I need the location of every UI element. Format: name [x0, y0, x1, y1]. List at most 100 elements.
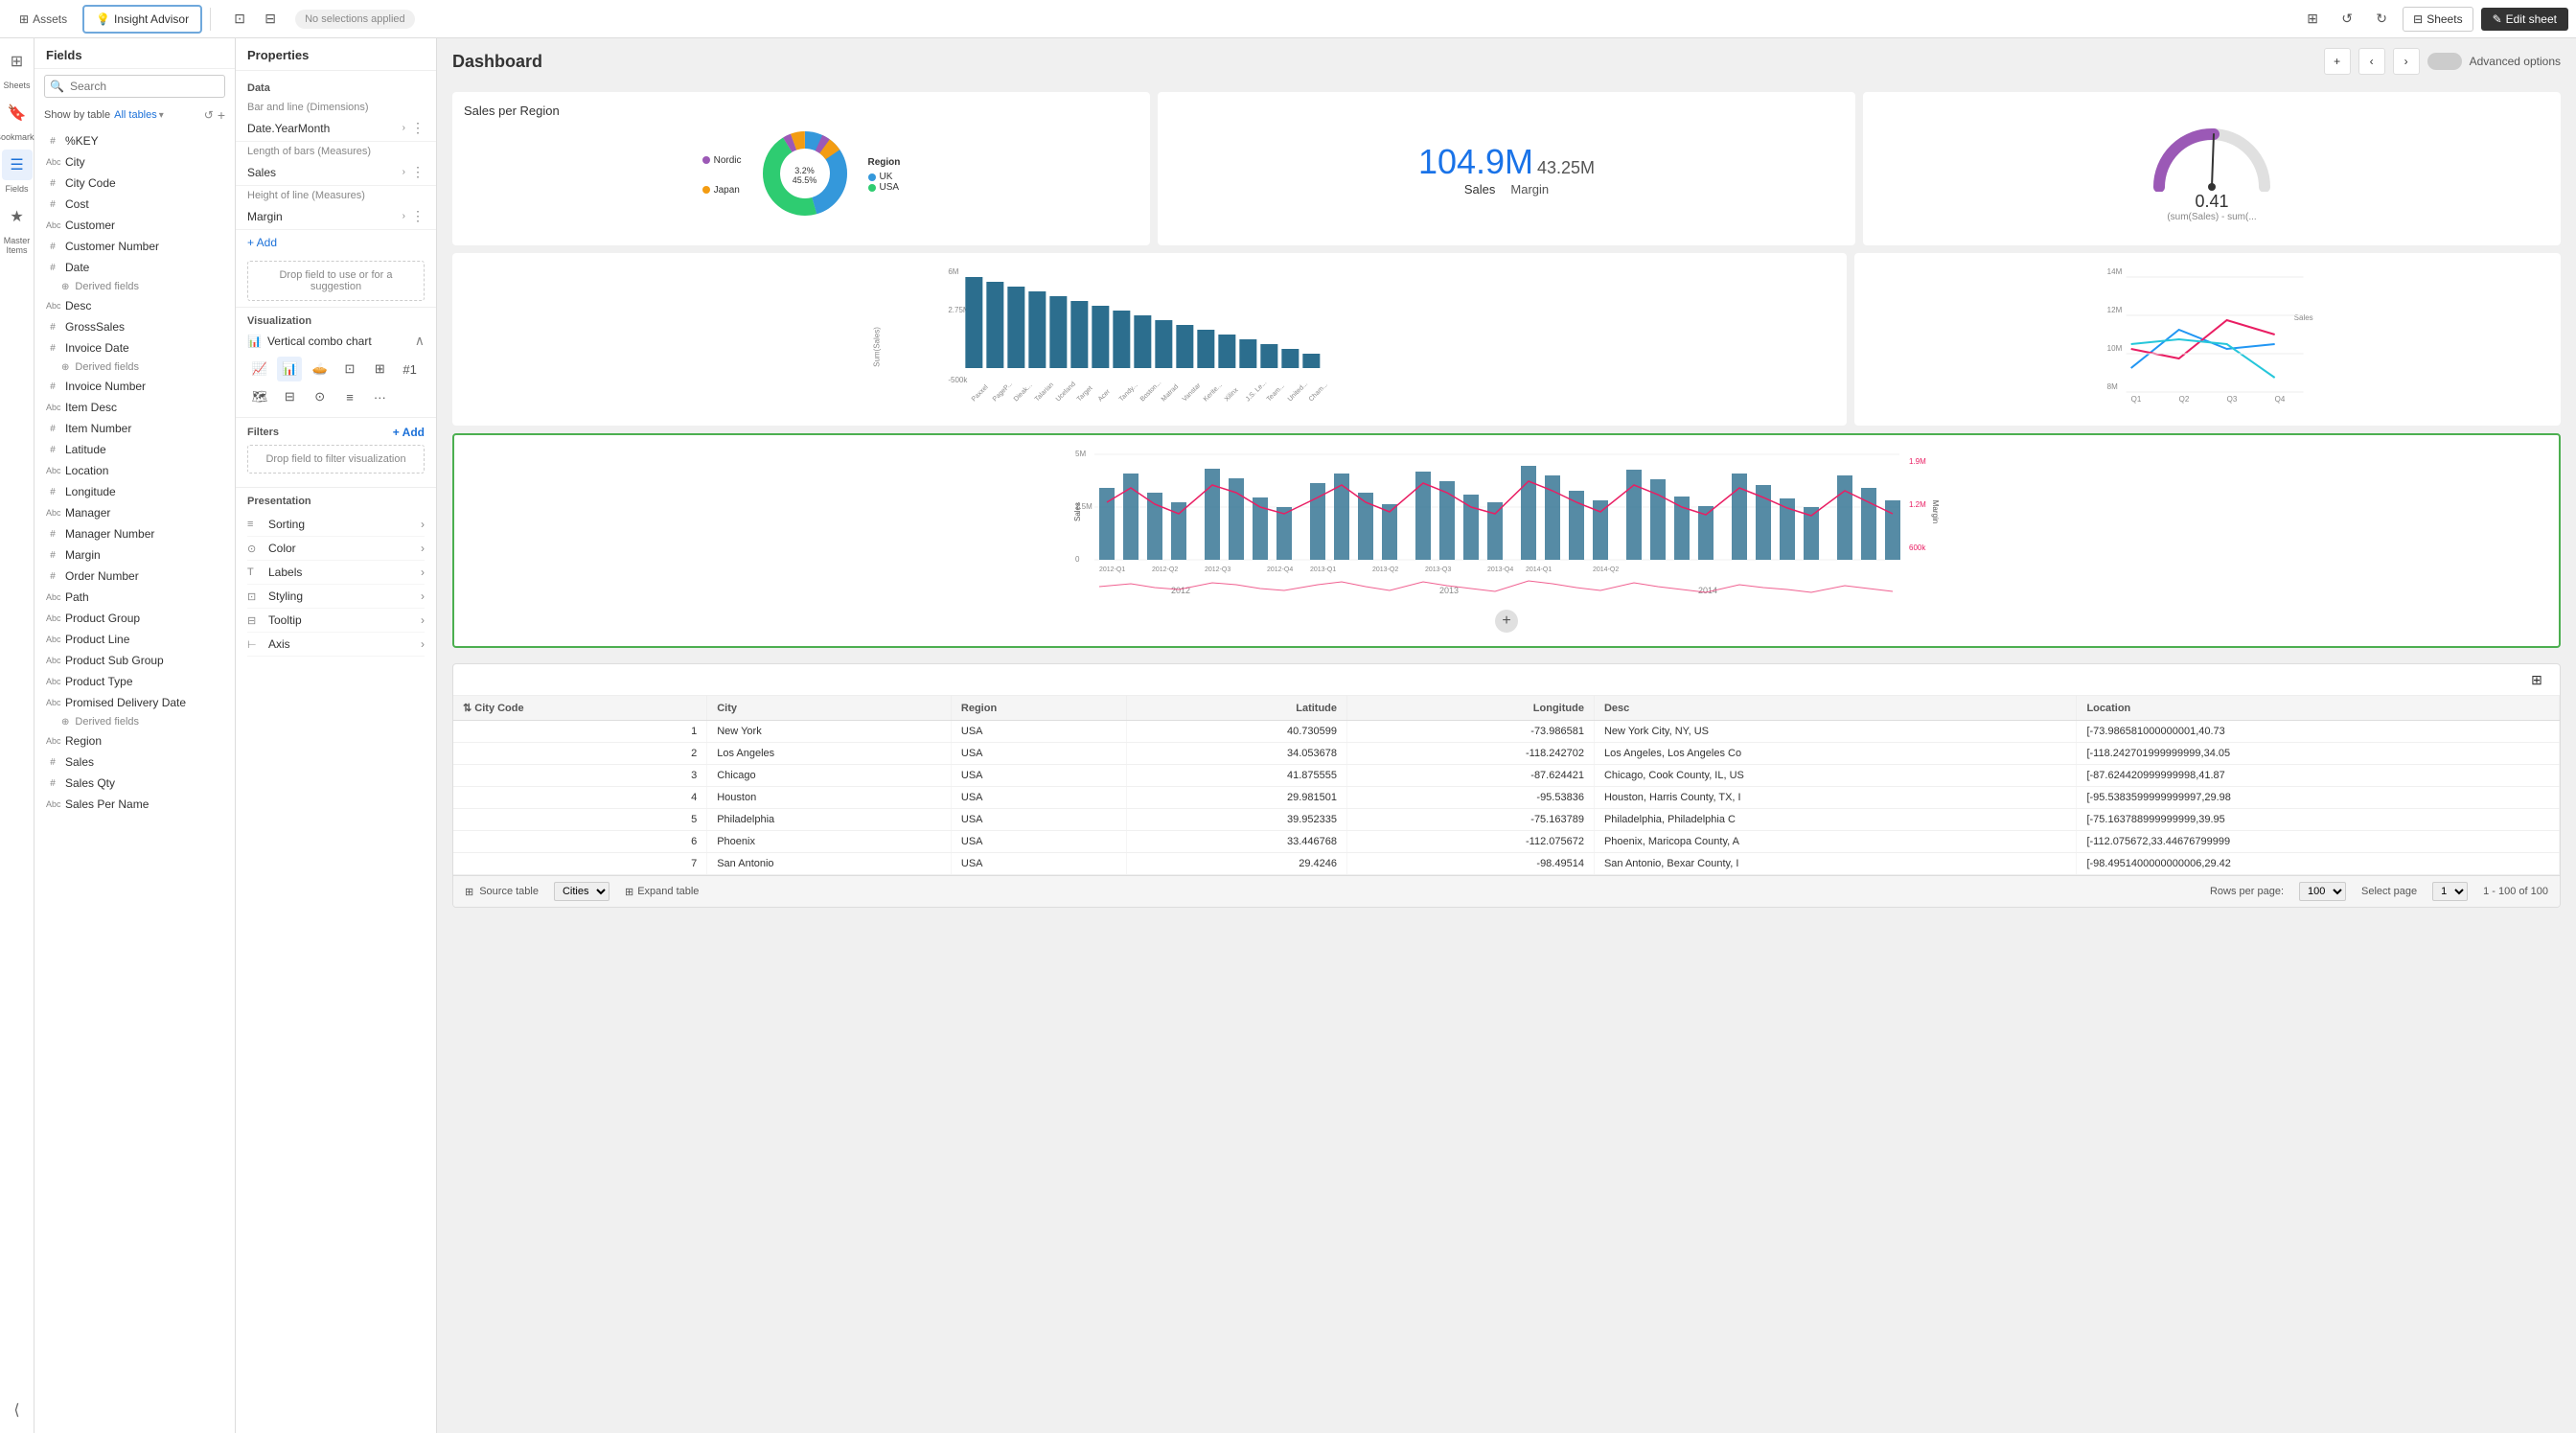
pres-styling[interactable]: ⊡ Styling › — [247, 585, 425, 609]
source-table-select[interactable]: Cities — [554, 882, 610, 901]
field-item-city-code[interactable]: # City Code — [34, 173, 235, 194]
field-item-manager-number[interactable]: # Manager Number — [34, 523, 235, 544]
field-item-invoice-date[interactable]: # Invoice Date — [34, 337, 235, 358]
field-item-customer-number[interactable]: # Customer Number — [34, 236, 235, 257]
add-widget-btn[interactable]: + — [2324, 48, 2351, 75]
col-city[interactable]: City — [707, 696, 952, 721]
field-item-desc[interactable]: Abc Desc — [34, 295, 235, 316]
sidebar-item-bookmarks[interactable]: 🔖 — [2, 98, 33, 128]
sidebar-item-master-items[interactable]: ★ — [2, 201, 33, 232]
cell-longitude: -87.624421 — [1347, 765, 1595, 787]
combo-add-btn[interactable]: + — [1495, 610, 1518, 633]
next-btn[interactable]: › — [2393, 48, 2420, 75]
advanced-options-toggle[interactable] — [2427, 53, 2462, 70]
viz-scatter-icon[interactable]: ⊡ — [337, 357, 362, 381]
svg-text:12M: 12M — [2106, 306, 2122, 314]
field-item-grosssales[interactable]: # GrossSales — [34, 316, 235, 337]
add-filter-btn[interactable]: + Add — [393, 426, 425, 439]
add-table-btn[interactable]: + — [218, 107, 225, 123]
length-bars-item[interactable]: Sales › ⋮ — [236, 159, 436, 186]
viz-bar-icon[interactable]: 📊 — [277, 357, 302, 381]
search-input[interactable] — [44, 75, 225, 98]
field-item-path[interactable]: Abc Path — [34, 587, 235, 608]
field-item-city[interactable]: Abc City — [34, 151, 235, 173]
pres-color[interactable]: ⊙ Color › — [247, 537, 425, 561]
height-line-item[interactable]: Margin › ⋮ — [236, 203, 436, 230]
expand-table-btn[interactable]: ⊞ Expand table — [625, 886, 699, 898]
pres-tooltip[interactable]: ⊟ Tooltip › — [247, 609, 425, 633]
col-location[interactable]: Location — [2077, 696, 2560, 721]
redo-btn[interactable]: ↻ — [2368, 6, 2395, 33]
viz-more-icon[interactable]: ··· — [367, 384, 392, 409]
col-latitude[interactable]: Latitude — [1127, 696, 1347, 721]
refresh-btn[interactable]: ↺ — [204, 108, 214, 122]
field-item-order-number[interactable]: # Order Number — [34, 566, 235, 587]
viz-kpi-icon[interactable]: #1 — [398, 357, 423, 381]
tab-assets[interactable]: ⊞ Assets — [8, 7, 79, 32]
col-longitude[interactable]: Longitude — [1347, 696, 1595, 721]
pres-sorting[interactable]: ≡ Sorting › — [247, 513, 425, 537]
svg-text:Tandy...: Tandy... — [1118, 381, 1139, 403]
field-type-icon: # — [46, 263, 59, 273]
table-scroll[interactable]: ⇅ City Code City Region Latitude Longitu… — [453, 696, 2560, 875]
viz-pie-icon[interactable]: 🥧 — [308, 357, 333, 381]
field-item-derived-invoice[interactable]: ⊕ Derived fields — [34, 358, 235, 376]
no-selections-badge: No selections applied — [295, 10, 415, 29]
field-item-customer[interactable]: Abc Customer — [34, 215, 235, 236]
svg-text:Q2: Q2 — [2178, 395, 2189, 404]
field-item-product-type[interactable]: Abc Product Type — [34, 671, 235, 692]
field-item-promised-delivery[interactable]: Abc Promised Delivery Date — [34, 692, 235, 713]
field-item-product-sub-group[interactable]: Abc Product Sub Group — [34, 650, 235, 671]
field-item-sales-per-name[interactable]: Abc Sales Per Name — [34, 794, 235, 815]
field-item-invoice-number[interactable]: # Invoice Number — [34, 376, 235, 397]
selection-back-btn[interactable]: ⊡ — [226, 6, 253, 33]
viz-treemap-icon[interactable]: ⊟ — [277, 384, 302, 409]
viz-table-icon[interactable]: ⊞ — [367, 357, 392, 381]
table-view-icon[interactable]: ⊞ — [2525, 668, 2548, 691]
viz-gauge-icon[interactable]: ⊙ — [308, 384, 333, 409]
selection-forward-btn[interactable]: ⊟ — [257, 6, 284, 33]
viz-waterfall-icon[interactable]: ≡ — [337, 384, 362, 409]
add-data-btn[interactable]: + Add — [236, 230, 436, 255]
field-item-date[interactable]: # Date — [34, 257, 235, 278]
cell-desc: Los Angeles, Los Angeles Co — [1594, 743, 2076, 765]
grid-view-btn[interactable]: ⊞ — [2299, 6, 2326, 33]
field-item-cost[interactable]: # Cost — [34, 194, 235, 215]
combo-add-btn-row: + — [464, 606, 2549, 636]
tab-insight-advisor[interactable]: 💡 Insight Advisor — [82, 5, 202, 34]
col-desc[interactable]: Desc — [1594, 696, 2076, 721]
undo-btn[interactable]: ↺ — [2334, 6, 2360, 33]
field-item-region[interactable]: Abc Region — [34, 730, 235, 751]
cell-longitude: -75.163789 — [1347, 809, 1595, 831]
pres-labels[interactable]: T Labels › — [247, 561, 425, 585]
bar-line-item[interactable]: Date.YearMonth › ⋮ — [236, 115, 436, 142]
field-item-sales-qty[interactable]: # Sales Qty — [34, 773, 235, 794]
field-item-percent-key[interactable]: # %KEY — [34, 130, 235, 151]
field-item-sales[interactable]: # Sales — [34, 751, 235, 773]
col-region[interactable]: Region — [951, 696, 1126, 721]
page-select[interactable]: 1 — [2432, 882, 2468, 901]
field-item-derived-date[interactable]: ⊕ Derived fields — [34, 278, 235, 295]
field-item-product-line[interactable]: Abc Product Line — [34, 629, 235, 650]
col-city-code[interactable]: ⇅ City Code — [453, 696, 707, 721]
pres-axis[interactable]: ⊢ Axis › — [247, 633, 425, 657]
sidebar-item-fields[interactable]: ☰ — [2, 150, 33, 180]
rows-per-page-select[interactable]: 100 50 25 — [2299, 882, 2346, 901]
field-item-manager[interactable]: Abc Manager — [34, 502, 235, 523]
prev-btn[interactable]: ‹ — [2358, 48, 2385, 75]
edit-sheet-button[interactable]: ✎ Edit sheet — [2481, 8, 2568, 31]
field-item-margin[interactable]: # Margin — [34, 544, 235, 566]
viz-line-icon[interactable]: 📈 — [247, 357, 272, 381]
sidebar-item-collapse[interactable]: ⟨ — [2, 1395, 33, 1425]
field-item-item-number[interactable]: # Item Number — [34, 418, 235, 439]
field-item-longitude[interactable]: # Longitude — [34, 481, 235, 502]
cell-region: USA — [951, 853, 1126, 875]
field-item-derived-promised[interactable]: ⊕ Derived fields — [34, 713, 235, 730]
field-item-item-desc[interactable]: Abc Item Desc — [34, 397, 235, 418]
viz-map-icon[interactable]: 🗺 — [247, 384, 272, 409]
field-item-product-group[interactable]: Abc Product Group — [34, 608, 235, 629]
sidebar-item-sheets[interactable]: ⊞ — [2, 46, 33, 77]
field-item-latitude[interactable]: # Latitude — [34, 439, 235, 460]
field-item-location[interactable]: Abc Location — [34, 460, 235, 481]
sheets-button[interactable]: ⊟ Sheets — [2403, 7, 2472, 32]
